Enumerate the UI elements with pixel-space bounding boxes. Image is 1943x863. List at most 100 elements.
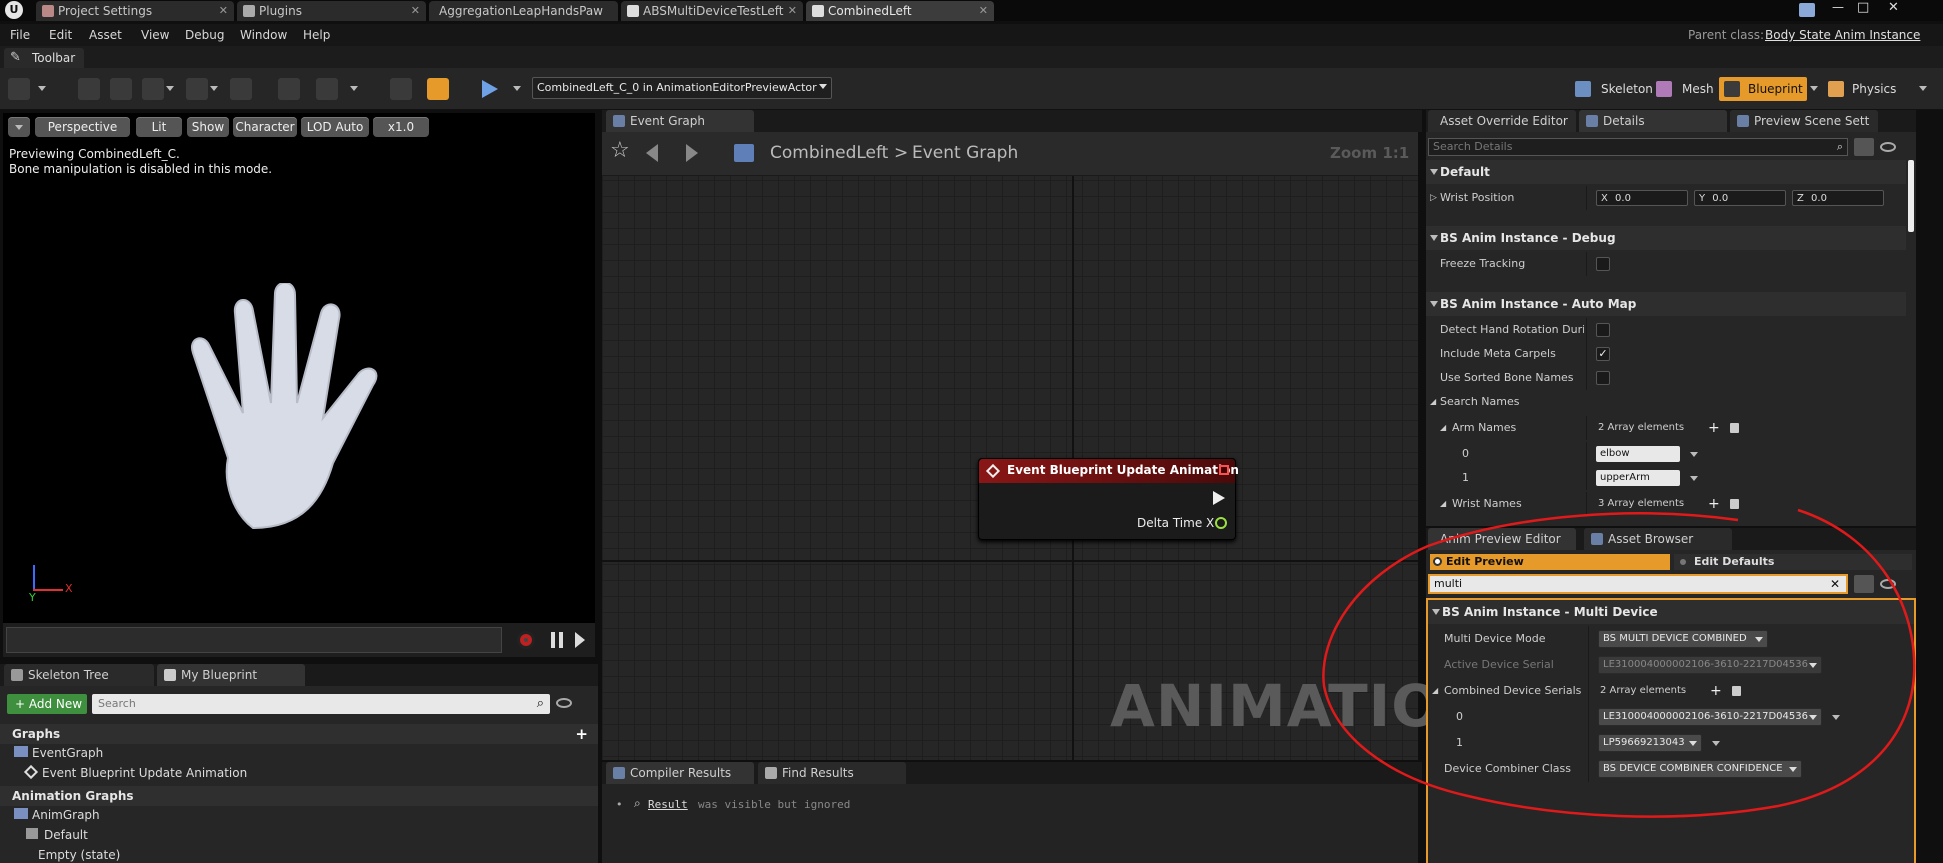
menu-file[interactable]: File: [10, 28, 30, 42]
tab-anim-preview-editor[interactable]: Anim Preview Editor: [1428, 528, 1576, 550]
tab-event-graph[interactable]: Event Graph: [606, 110, 754, 132]
tab-preview-scene[interactable]: Preview Scene Sett: [1730, 110, 1878, 132]
minimize-button[interactable]: —: [1832, 0, 1844, 14]
back-icon[interactable]: [646, 144, 658, 162]
notification-icon[interactable]: [1799, 3, 1815, 17]
property-matrix-icon[interactable]: [1854, 138, 1874, 156]
empty-state-item[interactable]: Empty (state): [38, 848, 120, 862]
chevron-down-icon[interactable]: [513, 86, 521, 91]
mesh-mode[interactable]: Mesh: [1656, 78, 1726, 100]
wrist-x-field[interactable]: X 0.0: [1596, 190, 1688, 206]
close-button[interactable]: ✕: [1888, 0, 1899, 15]
chevron-down-icon[interactable]: [1690, 476, 1698, 481]
menu-help[interactable]: Help: [303, 28, 330, 42]
menu-asset[interactable]: Asset: [89, 28, 122, 42]
clear-search-icon[interactable]: ✕: [1830, 576, 1840, 592]
tab-project-settings[interactable]: Project Settings ✕: [36, 1, 234, 21]
close-icon[interactable]: ✕: [411, 1, 420, 21]
chevron-down-icon[interactable]: [1832, 715, 1840, 720]
tab-my-blueprint[interactable]: My Blueprint: [157, 664, 305, 686]
wrist-z-field[interactable]: Z 0.0: [1792, 190, 1884, 206]
default-item[interactable]: Default: [26, 828, 88, 842]
chevron-down-icon[interactable]: ◢: [1432, 678, 1438, 704]
section-debug[interactable]: BS Anim Instance - Debug: [1426, 226, 1906, 250]
physics-mode[interactable]: Physics: [1828, 78, 1918, 100]
blueprint-search-input[interactable]: Search ⌕: [92, 694, 550, 714]
parent-class-link[interactable]: Body State Anim Instance: [1765, 28, 1920, 42]
lit-button[interactable]: Lit: [136, 117, 182, 137]
class-settings-icon[interactable]: [142, 78, 164, 100]
close-icon[interactable]: ✕: [979, 1, 988, 21]
serial-1-select[interactable]: LP59669213043: [1598, 734, 1702, 752]
device-combiner-select[interactable]: BS DEVICE COMBINER CONFIDENCE: [1598, 760, 1802, 778]
multi-device-mode-select[interactable]: BS MULTI DEVICE COMBINED: [1598, 630, 1768, 648]
play-icon[interactable]: [482, 80, 498, 98]
timeline-scrubber[interactable]: [6, 627, 502, 653]
chevron-down-icon[interactable]: ◢: [1440, 492, 1446, 516]
edit-defaults-button[interactable]: Edit Defaults: [1674, 554, 1912, 570]
use-sorted-checkbox[interactable]: [1596, 371, 1610, 385]
tab-plugins[interactable]: Plugins ✕: [237, 1, 426, 21]
forward-icon[interactable]: [686, 144, 698, 162]
unreal-logo-icon[interactable]: U: [5, 1, 23, 19]
lod-button[interactable]: LOD Auto: [301, 117, 369, 137]
animation-graphs-header[interactable]: Animation Graphs: [0, 786, 598, 806]
tab-aggregation[interactable]: AggregationLeapHandsPaw: [429, 1, 618, 21]
close-icon[interactable]: ✕: [219, 1, 228, 21]
record-icon[interactable]: [278, 78, 300, 100]
anim-graph-item[interactable]: AnimGraph: [14, 808, 100, 822]
class-defaults-icon[interactable]: [186, 78, 208, 100]
serial-0-select[interactable]: LE310004000002106-3610-2217D04536: [1598, 708, 1822, 726]
section-default[interactable]: Default: [1426, 160, 1906, 184]
chevron-down-icon[interactable]: [1712, 741, 1720, 746]
chevron-down-icon[interactable]: [210, 86, 218, 91]
skeleton-mode[interactable]: Skeleton: [1575, 78, 1657, 100]
debug-icon[interactable]: [390, 78, 412, 100]
tab-absmultidevice[interactable]: ABSMultiDeviceTestLeft ✕: [621, 1, 803, 21]
tab-combinedleft[interactable]: CombinedLeft ✕: [806, 1, 994, 21]
exec-pin[interactable]: [1213, 491, 1225, 505]
add-graph-icon[interactable]: +: [575, 724, 588, 744]
tab-details[interactable]: Details: [1579, 110, 1727, 132]
save-icon[interactable]: [78, 78, 100, 100]
preview-icon[interactable]: [230, 78, 252, 100]
event-node[interactable]: Event Blueprint Update Animation Delta T…: [978, 458, 1239, 540]
chevron-down-icon[interactable]: [1810, 86, 1818, 91]
event-node-output-marker[interactable]: [1219, 465, 1229, 475]
menu-view[interactable]: View: [141, 28, 169, 42]
visibility-icon[interactable]: [1880, 579, 1896, 589]
menu-debug[interactable]: Debug: [185, 28, 224, 42]
visibility-icon[interactable]: [1880, 142, 1896, 152]
result-link[interactable]: Result: [648, 798, 688, 811]
preview-actor-select[interactable]: CombinedLeft_C_0 in AnimationEditorPrevi…: [532, 77, 832, 99]
arm-0-field[interactable]: elbow: [1596, 446, 1680, 462]
perspective-button[interactable]: Perspective: [35, 117, 130, 137]
trash-icon[interactable]: [1730, 499, 1739, 509]
trash-icon[interactable]: [1732, 686, 1741, 696]
freeze-tracking-checkbox[interactable]: [1596, 257, 1610, 271]
find-icon[interactable]: [110, 78, 132, 100]
property-matrix-icon[interactable]: [1854, 575, 1874, 593]
record-button[interactable]: [517, 631, 535, 649]
tab-asset-override-editor[interactable]: Asset Override Editor: [1428, 110, 1576, 132]
chevron-down-icon[interactable]: [350, 86, 358, 91]
tab-find-results[interactable]: Find Results: [758, 762, 906, 784]
add-element-icon[interactable]: +: [1708, 416, 1720, 440]
active-serial-select[interactable]: LE310004000002106-3610-2217D04536: [1598, 656, 1822, 674]
arm-1-field[interactable]: upperArm: [1596, 470, 1680, 486]
delta-time-pin[interactable]: [1215, 517, 1227, 529]
add-element-icon[interactable]: +: [1710, 678, 1722, 704]
step-forward-icon[interactable]: [575, 632, 585, 648]
detect-hand-checkbox[interactable]: [1596, 323, 1610, 337]
speed-button[interactable]: x1.0: [373, 117, 429, 137]
search-names-row[interactable]: ◢ Search Names: [1426, 390, 1906, 414]
edit-preview-button[interactable]: Edit Preview: [1430, 554, 1670, 570]
trash-icon[interactable]: [1730, 423, 1739, 433]
show-button[interactable]: Show: [187, 117, 229, 137]
section-multi-device[interactable]: BS Anim Instance - Multi Device: [1428, 600, 1914, 624]
details-search-input[interactable]: Search Details ⌕: [1428, 138, 1848, 156]
blueprint-mode[interactable]: Blueprint: [1719, 77, 1807, 101]
chevron-down-icon[interactable]: ◢: [1430, 390, 1436, 414]
wrist-y-field[interactable]: Y 0.0: [1694, 190, 1786, 206]
section-auto-map[interactable]: BS Anim Instance - Auto Map: [1426, 292, 1906, 316]
